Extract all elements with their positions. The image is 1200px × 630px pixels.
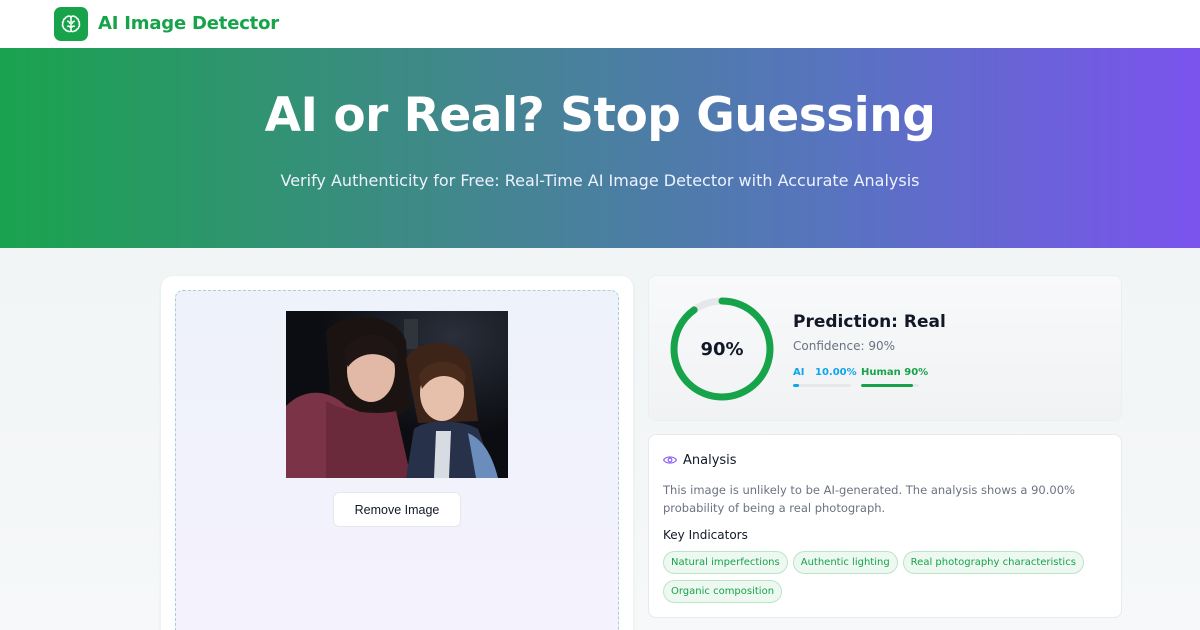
indicator-tag: Real photography characteristics <box>902 551 1084 574</box>
human-label: Human 90% <box>861 367 929 378</box>
key-indicator-tags: Natural imperfections Authentic lighting… <box>663 551 1103 603</box>
confidence-percent: 90% <box>700 338 744 360</box>
image-dropzone[interactable]: Remove Image <box>175 290 619 630</box>
uploaded-photo <box>286 311 508 478</box>
logo[interactable] <box>54 7 88 41</box>
brand-name[interactable]: AI Image Detector <box>98 13 279 34</box>
ai-label: AI <box>793 367 805 378</box>
analysis-card: Analysis This image is unlikely to be AI… <box>648 434 1122 618</box>
brain-icon <box>61 15 81 33</box>
confidence-text: Confidence: 90% <box>793 339 895 353</box>
prediction-card: 90% Prediction: Real Confidence: 90% AI … <box>648 275 1122 421</box>
key-indicators-title: Key Indicators <box>663 528 748 542</box>
indicator-tag: Authentic lighting <box>792 551 898 574</box>
analysis-text: This image is unlikely to be AI-generate… <box>663 483 1075 515</box>
ai-value: 10.00% <box>815 367 857 378</box>
human-progress-bar <box>861 384 919 387</box>
indicator-tag: Organic composition <box>663 580 783 603</box>
ai-progress-bar <box>793 384 851 387</box>
prediction-label: Prediction: Real <box>793 312 946 332</box>
eye-icon <box>663 456 677 464</box>
hero-banner: AI or Real? Stop Guessing Verify Authent… <box>0 48 1200 248</box>
hero-subtitle: Verify Authenticity for Free: Real-Time … <box>280 171 920 190</box>
indicator-tag: Natural imperfections <box>663 551 788 574</box>
ai-progress-fill <box>793 384 799 387</box>
top-navbar: AI Image Detector <box>0 0 1200 48</box>
hero-title: AI or Real? Stop Guessing <box>264 88 936 143</box>
human-progress-fill <box>861 384 914 387</box>
remove-image-button[interactable]: Remove Image <box>333 492 461 527</box>
upload-card: Remove Image <box>161 276 633 630</box>
analysis-title: Analysis <box>683 453 737 468</box>
